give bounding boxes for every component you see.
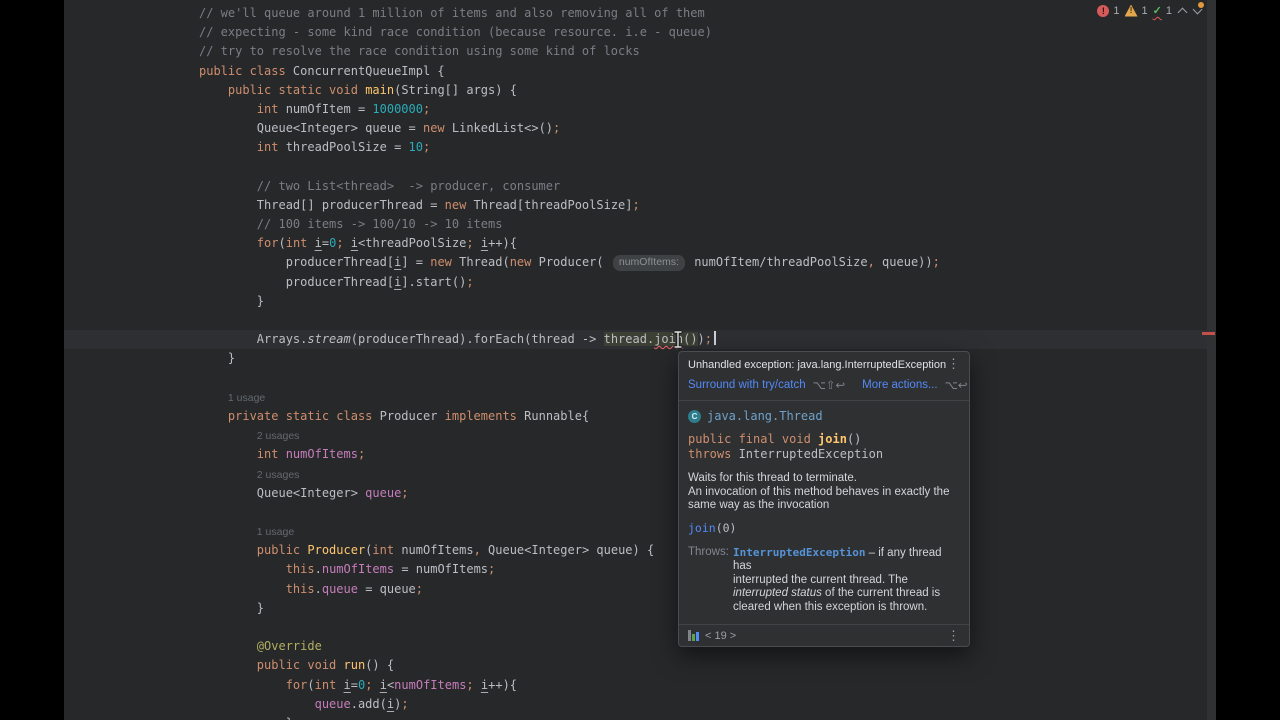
typo-check-icon: ✓ xyxy=(1152,5,1162,17)
code-line-36[interactable]: for(int i=0; i<numOfItems; i++){ xyxy=(199,676,940,695)
error-icon: ! xyxy=(1097,4,1110,17)
doc-class-link[interactable]: java.lang.Thread xyxy=(707,409,823,423)
popup-footer-menu-icon[interactable]: ⋮ xyxy=(947,629,960,642)
code-line-15[interactable]: producerThread[i].start(); xyxy=(199,273,940,292)
text-caret xyxy=(714,331,717,346)
surround-shortcut: ⌥⇧↩ xyxy=(812,380,846,392)
code-line-8[interactable]: int threadPoolSize = 10; xyxy=(199,138,940,157)
surround-try-catch-action[interactable]: Surround with try/catch xyxy=(688,379,806,391)
prev-problem-chevron-icon[interactable] xyxy=(1177,6,1187,16)
doc-throws-text: InterruptedException – if any thread has… xyxy=(733,545,942,613)
code-line-1[interactable]: // we'll queue around 1 million of items… xyxy=(199,4,940,23)
mouse-ibeam-cursor xyxy=(673,330,683,349)
code-line-2[interactable]: // expecting - some kind race condition … xyxy=(199,23,940,42)
code-line-14[interactable]: producerThread[i] = new Thread(new Produ… xyxy=(199,253,940,272)
code-line-3[interactable]: // try to resolve the race condition usi… xyxy=(199,42,940,61)
notification-dot xyxy=(1198,1,1204,8)
documentation-section: C java.lang.Thread public final void joi… xyxy=(679,401,969,624)
warning-count: 1 xyxy=(1141,4,1148,17)
popup-title: Unhandled exception: java.lang.Interrupt… xyxy=(688,359,947,371)
join-method-link[interactable]: join xyxy=(688,521,716,535)
code-line-11[interactable]: Thread[] producerThread = new Thread[thr… xyxy=(199,196,940,215)
class-icon: C xyxy=(688,409,701,423)
warning-icon: ! xyxy=(1124,4,1138,17)
code-line-17[interactable] xyxy=(199,311,940,330)
more-actions-action[interactable]: More actions... xyxy=(862,379,937,391)
editor-scrollbar[interactable] xyxy=(1207,0,1216,720)
code-line-7[interactable]: Queue<Integer> queue = new LinkedList<>(… xyxy=(199,119,940,138)
jdk-icon xyxy=(688,630,699,641)
code-editor[interactable]: // we'll queue around 1 million of items… xyxy=(64,0,1216,720)
error-stripe-mark[interactable] xyxy=(1202,332,1215,335)
code-line-4[interactable]: public class ConcurrentQueueImpl { xyxy=(199,62,940,81)
code-line-18[interactable]: Arrays.stream(producerThread).forEach(th… xyxy=(64,330,1216,350)
code-line-37[interactable]: queue.add(i); xyxy=(199,695,940,714)
code-line-16[interactable]: } xyxy=(199,292,940,311)
code-line-5[interactable]: public static void main(String[] args) { xyxy=(199,81,940,100)
jdk-version: < 19 > xyxy=(705,629,737,642)
doc-invocation[interactable]: join(0) xyxy=(688,521,960,535)
code-line-38[interactable]: } xyxy=(199,714,940,720)
error-doc-popup: Unhandled exception: java.lang.Interrupt… xyxy=(678,351,970,647)
more-actions-shortcut: ⌥↩ xyxy=(944,380,968,392)
doc-description: Waits for this thread to terminate. An in… xyxy=(688,472,950,511)
doc-signature: public final void join() throws Interrupt… xyxy=(688,432,884,461)
inspections-widget[interactable]: ! 1 ! 1 ✓ 1 xyxy=(1097,1,1204,17)
error-count: 1 xyxy=(1113,4,1120,17)
code-line-6[interactable]: int numOfItem = 1000000; xyxy=(199,100,940,119)
popup-footer: < 19 > ⋮ xyxy=(679,624,969,646)
code-line-9[interactable] xyxy=(199,158,940,177)
throws-label: Throws: xyxy=(688,545,729,558)
error-banner: Unhandled exception: java.lang.Interrupt… xyxy=(679,352,969,401)
code-line-35[interactable]: public void run() { xyxy=(199,656,940,675)
code-line-10[interactable]: // two List<thread> -> producer, consume… xyxy=(199,177,940,196)
code-line-13[interactable]: for(int i=0; i<threadPoolSize; i++){ xyxy=(199,234,940,253)
typo-count: 1 xyxy=(1165,4,1172,17)
popup-menu-icon[interactable]: ⋮ xyxy=(947,357,960,370)
join-method-args: (0) xyxy=(715,520,737,535)
code-line-12[interactable]: // 100 items -> 100/10 -> 10 items xyxy=(199,215,940,234)
next-problem-chevron-icon[interactable] xyxy=(1192,1,1204,16)
